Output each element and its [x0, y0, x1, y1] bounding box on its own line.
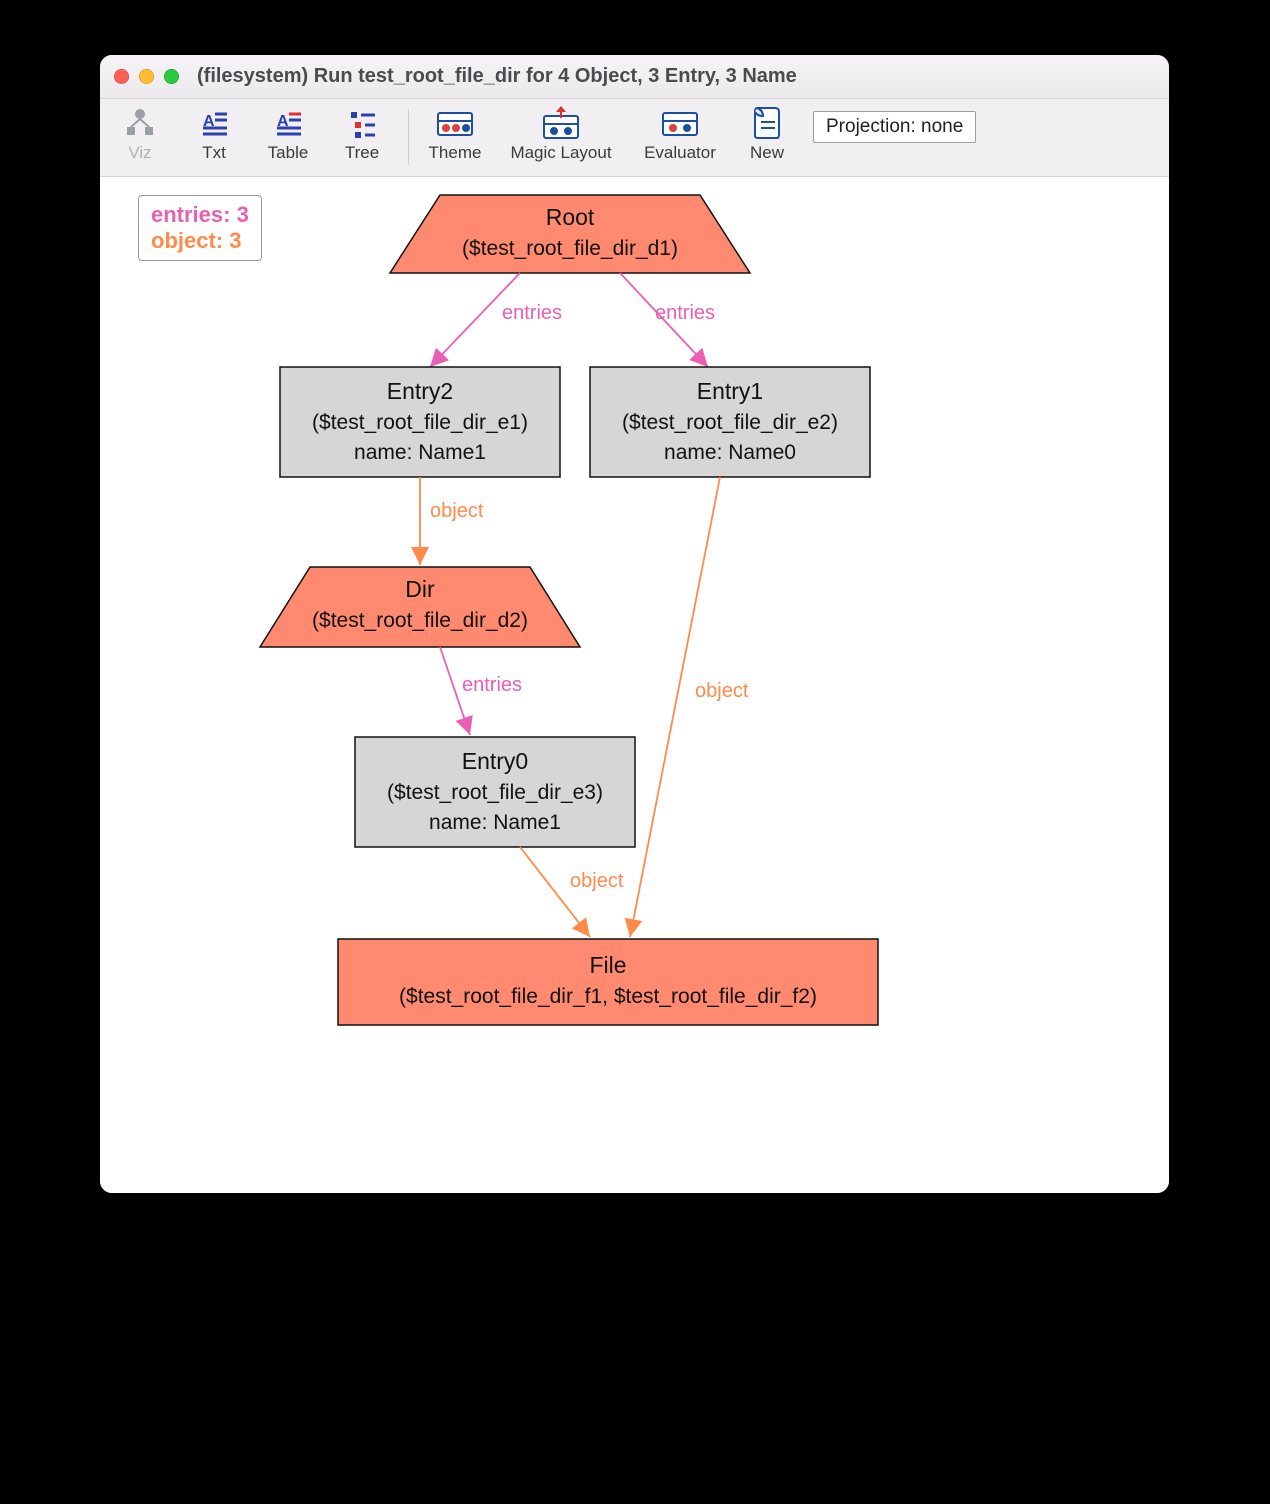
new-label: New	[750, 143, 784, 163]
node-entry1-sub: ($test_root_file_dir_e2)	[622, 411, 838, 434]
node-file-sub: ($test_root_file_dir_f1, $test_root_file…	[399, 985, 817, 1008]
window-title: (filesystem) Run test_root_file_dir for …	[197, 65, 797, 88]
magic-layout-icon	[542, 105, 580, 141]
node-dir[interactable]: Dir ($test_root_file_dir_d2)	[260, 567, 580, 647]
tree-icon	[347, 105, 377, 141]
toolbar: Viz A Txt A	[100, 99, 1169, 177]
graph-svg: Root ($test_root_file_dir_d1) entries en…	[100, 177, 1169, 1193]
node-dir-title: Dir	[405, 576, 435, 602]
edge-entry0-file	[520, 847, 590, 937]
node-entry1[interactable]: Entry1 ($test_root_file_dir_e2) name: Na…	[590, 367, 870, 477]
node-entry2-title: Entry2	[387, 378, 453, 404]
table-icon: A	[273, 105, 303, 141]
evaluator-icon	[661, 105, 699, 141]
node-entry2-attr: name: Name1	[354, 441, 486, 464]
txt-label: Txt	[202, 143, 226, 163]
edge-entry0-file-label: object	[570, 870, 624, 892]
table-label: Table	[268, 143, 309, 163]
edge-entry2-dir-label: object	[430, 500, 484, 522]
viz-label: Viz	[128, 143, 151, 163]
toolbar-group-actions: Theme Magic Layout	[423, 105, 799, 163]
node-entry0-title: Entry0	[462, 748, 528, 774]
app-window: (filesystem) Run test_root_file_dir for …	[100, 55, 1169, 1193]
graph-canvas: entries: 3 object: 3 Root ($test_root_fi…	[100, 177, 1169, 1193]
txt-icon: A	[199, 105, 229, 141]
txt-button[interactable]: A Txt	[182, 105, 246, 163]
projection-label: Projection: none	[826, 116, 963, 138]
projection-box[interactable]: Projection: none	[813, 111, 976, 143]
node-root-sub: ($test_root_file_dir_d1)	[462, 237, 678, 260]
new-button[interactable]: New	[735, 105, 799, 163]
window-controls	[114, 69, 179, 84]
edge-dir-entry0-label: entries	[462, 674, 522, 696]
evaluator-button[interactable]: Evaluator	[635, 105, 725, 163]
node-entry2[interactable]: Entry2 ($test_root_file_dir_e1) name: Na…	[280, 367, 560, 477]
new-icon	[751, 105, 783, 141]
edge-root-entry2-label: entries	[502, 302, 562, 324]
viz-button[interactable]: Viz	[108, 105, 172, 163]
node-entry0-sub: ($test_root_file_dir_e3)	[387, 781, 603, 804]
node-entry0-attr: name: Name1	[429, 811, 561, 834]
titlebar: (filesystem) Run test_root_file_dir for …	[100, 55, 1169, 99]
node-file[interactable]: File ($test_root_file_dir_f1, $test_root…	[338, 939, 878, 1025]
toolbar-separator	[408, 109, 409, 165]
edge-entry1-file-label: object	[695, 680, 749, 702]
tree-label: Tree	[345, 143, 379, 163]
theme-button[interactable]: Theme	[423, 105, 487, 163]
edge-root-entry1-label: entries	[655, 302, 715, 324]
evaluator-label: Evaluator	[644, 143, 716, 163]
table-button[interactable]: A Table	[256, 105, 320, 163]
magic-layout-button[interactable]: Magic Layout	[497, 105, 625, 163]
theme-label: Theme	[429, 143, 482, 163]
close-icon[interactable]	[114, 69, 129, 84]
edge-entry1-file	[630, 477, 720, 937]
node-entry1-attr: name: Name0	[664, 441, 796, 464]
viz-icon	[123, 105, 157, 141]
node-root-title: Root	[546, 204, 595, 230]
node-entry0[interactable]: Entry0 ($test_root_file_dir_e3) name: Na…	[355, 737, 635, 847]
node-root[interactable]: Root ($test_root_file_dir_d1)	[390, 195, 750, 273]
node-file-title: File	[589, 952, 626, 978]
node-dir-sub: ($test_root_file_dir_d2)	[312, 609, 528, 632]
zoom-icon[interactable]	[164, 69, 179, 84]
theme-icon	[436, 105, 474, 141]
node-entry1-title: Entry1	[697, 378, 763, 404]
tree-button[interactable]: Tree	[330, 105, 394, 163]
node-entry2-sub: ($test_root_file_dir_e1)	[312, 411, 528, 434]
minimize-icon[interactable]	[139, 69, 154, 84]
toolbar-group-views: Viz A Txt A	[108, 105, 394, 163]
magic-layout-label: Magic Layout	[510, 143, 611, 163]
